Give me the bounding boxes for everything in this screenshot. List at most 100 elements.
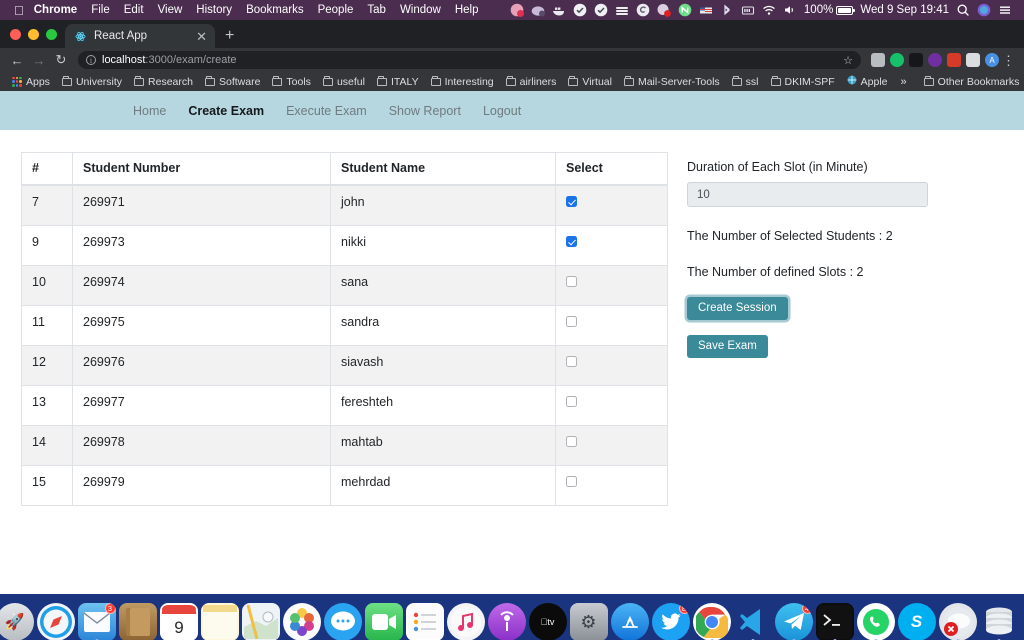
bookmark-dkim-spf[interactable]: DKIM-SPF	[765, 76, 841, 88]
vscode-icon[interactable]	[733, 603, 772, 640]
flag-us-icon[interactable]	[699, 3, 713, 17]
menu-item-tab[interactable]: Tab	[367, 4, 386, 16]
safari-icon[interactable]	[36, 603, 75, 640]
telegram-icon[interactable]: 4	[774, 603, 813, 640]
close-tab-icon[interactable]: ✕	[194, 30, 209, 43]
podcasts-icon[interactable]	[487, 603, 526, 640]
cloud-sync-icon[interactable]	[531, 3, 545, 17]
student-select-checkbox[interactable]	[566, 236, 577, 247]
browser-tab-react-app[interactable]: React App ✕	[65, 24, 215, 48]
student-select-checkbox[interactable]	[566, 396, 577, 407]
grammarly-icon[interactable]	[890, 53, 904, 67]
apple-logo-icon[interactable]: 	[14, 4, 24, 17]
site-info-icon[interactable]: i	[86, 55, 96, 65]
nav-link-create-exam[interactable]: Create Exam	[177, 104, 275, 118]
duration-input[interactable]	[687, 182, 928, 207]
mail-icon[interactable]: 3	[77, 603, 116, 640]
facetime-icon[interactable]	[364, 603, 403, 640]
bookmark-airliners[interactable]: airliners	[500, 76, 563, 88]
bookmark-italy[interactable]: ITALY	[371, 76, 425, 88]
bluetooth-icon[interactable]	[720, 3, 734, 17]
contacts-icon[interactable]	[118, 603, 157, 640]
docker-whale-icon[interactable]	[552, 3, 566, 17]
cube-icon[interactable]	[909, 53, 923, 67]
menu-item-file[interactable]: File	[91, 4, 110, 16]
student-select-checkbox[interactable]	[566, 356, 577, 367]
menu-bar-clock[interactable]: Wed 9 Sep 19:41	[860, 4, 949, 16]
battery-status[interactable]: 100%	[804, 4, 856, 16]
screencast-icon[interactable]	[871, 53, 885, 67]
keyboard-input-icon[interactable]	[741, 3, 755, 17]
shield-check-icon[interactable]	[573, 3, 587, 17]
reload-icon[interactable]: ↻	[50, 49, 72, 71]
apple-tv-icon[interactable]: tv	[528, 603, 567, 640]
menu-item-history[interactable]: History	[196, 4, 232, 16]
bookmark-other-bookmarks[interactable]: Other Bookmarks	[918, 76, 1024, 88]
window-minimize-button[interactable]	[28, 28, 39, 40]
student-select-checkbox[interactable]	[566, 196, 577, 207]
skype-icon[interactable]: S	[897, 603, 936, 640]
siri-icon[interactable]	[977, 3, 991, 17]
volume-icon[interactable]	[783, 3, 797, 17]
control-center-icon[interactable]	[998, 3, 1012, 17]
menu-item-people[interactable]: People	[318, 4, 354, 16]
menu-item-view[interactable]: View	[158, 4, 183, 16]
menu-item-edit[interactable]: Edit	[124, 4, 144, 16]
puzzle-extensions-icon[interactable]	[966, 53, 980, 67]
bookmark-research[interactable]: Research	[128, 76, 199, 88]
nav-link-show-report[interactable]: Show Report	[378, 104, 472, 118]
notification-badge-icon[interactable]	[510, 3, 524, 17]
new-tab-button[interactable]: +	[215, 28, 242, 48]
window-zoom-button[interactable]	[46, 28, 57, 40]
maps-icon[interactable]	[241, 603, 280, 640]
forward-arrow-icon[interactable]: →	[28, 49, 50, 71]
notes-icon[interactable]	[200, 603, 239, 640]
photos-icon[interactable]	[282, 603, 321, 640]
layers-icon[interactable]	[615, 3, 629, 17]
bookmark-virtual[interactable]: Virtual	[562, 76, 618, 88]
nav-link-execute-exam[interactable]: Execute Exam	[275, 104, 378, 118]
music-icon[interactable]	[446, 603, 485, 640]
wifi-icon[interactable]	[762, 3, 776, 17]
twitter-icon[interactable]: 8	[651, 603, 690, 640]
launchpad-icon[interactable]: 🚀	[0, 603, 34, 640]
messages-icon[interactable]	[323, 603, 362, 640]
reminders-icon[interactable]	[405, 603, 444, 640]
three-dot-menu-icon[interactable]: ⋮	[999, 54, 1018, 67]
menu-item-help[interactable]: Help	[455, 4, 479, 16]
spotlight-search-icon[interactable]	[956, 3, 970, 17]
window-close-button[interactable]	[10, 28, 21, 40]
ghostery-icon[interactable]	[928, 53, 942, 67]
bookmarks-overflow-button[interactable]: »	[894, 76, 914, 88]
bookmark-mail-server-tools[interactable]: Mail-Server-Tools	[618, 76, 726, 88]
spiral-icon[interactable]	[636, 3, 650, 17]
star-icon[interactable]: ☆	[843, 54, 853, 67]
bookmark-apps[interactable]: Apps	[6, 76, 56, 88]
bookmark-apple[interactable]: Apple	[841, 75, 894, 88]
adblock-icon[interactable]	[947, 53, 961, 67]
bookmark-tools[interactable]: Tools	[266, 76, 317, 88]
menu-item-chrome[interactable]: Chrome	[34, 4, 77, 16]
dropbox-error-icon[interactable]	[657, 3, 671, 17]
student-select-checkbox[interactable]	[566, 316, 577, 327]
whatsapp-icon[interactable]	[856, 603, 895, 640]
save-exam-button[interactable]: Save Exam	[687, 335, 768, 358]
student-select-checkbox[interactable]	[566, 476, 577, 487]
student-select-checkbox[interactable]	[566, 276, 577, 287]
chrome-icon[interactable]	[692, 603, 731, 640]
database-icon[interactable]	[980, 603, 1018, 640]
bookmark-interesting[interactable]: Interesting	[425, 76, 500, 88]
nordvpn-icon[interactable]	[678, 3, 692, 17]
create-session-button[interactable]: Create Session	[687, 297, 788, 320]
menu-item-bookmarks[interactable]: Bookmarks	[246, 4, 304, 16]
check-circle-icon[interactable]	[594, 3, 608, 17]
address-bar[interactable]: i localhost:3000/exam/create ☆	[78, 51, 861, 69]
app-store-icon[interactable]	[610, 603, 649, 640]
bookmark-ssl[interactable]: ssl	[726, 76, 765, 88]
bookmark-useful[interactable]: useful	[317, 76, 371, 88]
back-arrow-icon[interactable]: ←	[6, 49, 28, 71]
nav-link-home[interactable]: Home	[122, 104, 177, 118]
terminal-icon[interactable]	[815, 603, 854, 640]
calendar-icon[interactable]: 9	[159, 603, 198, 640]
system-preferences-icon[interactable]: ⚙	[569, 603, 608, 640]
